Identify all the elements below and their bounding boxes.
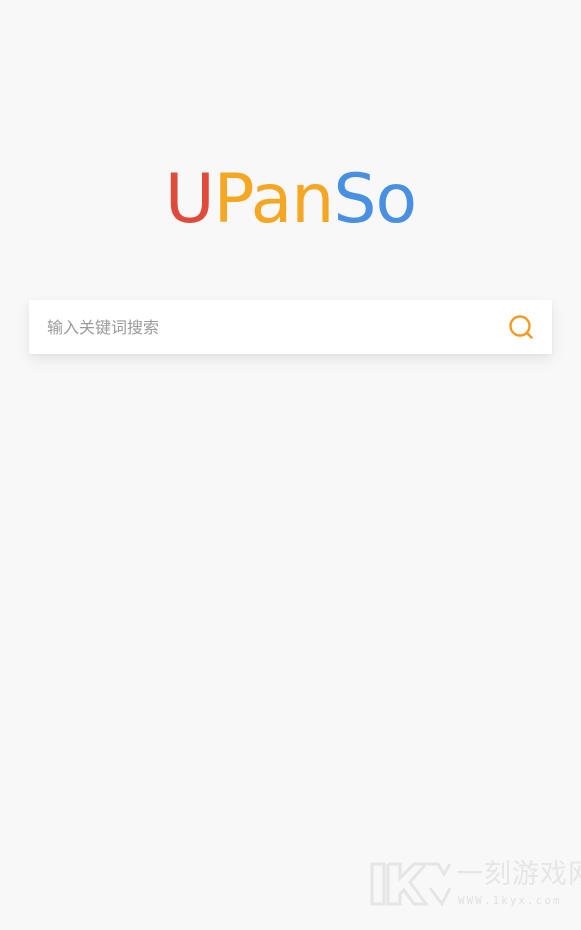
search-icon bbox=[509, 315, 533, 339]
watermark-site-name: 一刻游戏网 bbox=[456, 859, 581, 890]
watermark: 一刻游戏网 WWW.1kyx.com bbox=[370, 858, 581, 912]
search-bar bbox=[29, 300, 552, 354]
watermark-url: WWW.1kyx.com bbox=[458, 894, 562, 907]
search-button[interactable] bbox=[508, 314, 534, 340]
search-input[interactable] bbox=[29, 300, 489, 354]
logo-part-u: U bbox=[164, 160, 215, 239]
watermark-logo-icon bbox=[370, 862, 452, 907]
logo-part-pan: Pan bbox=[213, 160, 335, 239]
app-logo: UPanSo bbox=[0, 158, 581, 242]
logo-part-so: So bbox=[333, 160, 417, 239]
